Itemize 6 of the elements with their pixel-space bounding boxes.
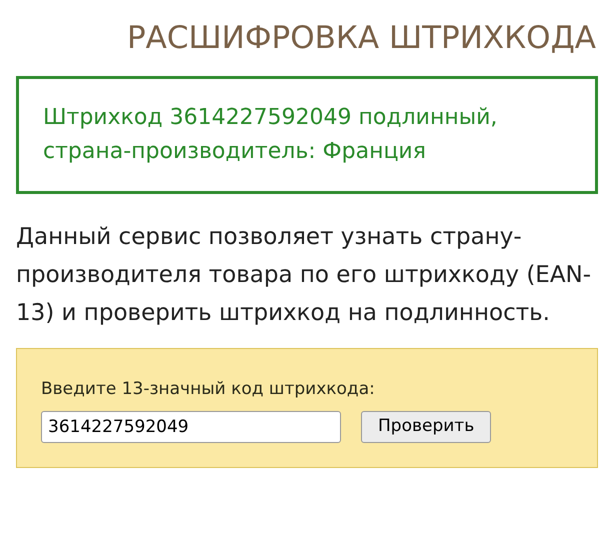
description-text: Данный сервис позволяет узнать страну-производителя товара по его штрихкоду (EAN-13) и проверить штрихкод на подлинность. [16, 223, 592, 328]
barcode-input[interactable]: 3614227592049 [41, 411, 341, 443]
page-title: РАСШИФРОВКА ШТРИХКОДА [126, 19, 596, 58]
result-message: Штрихкод 3614227592049 подлинный, страна-производитель: Франция [43, 104, 498, 166]
check-button[interactable]: Проверить [361, 411, 492, 443]
field-label: Введите 13-значный код штрихкода: [41, 378, 376, 401]
